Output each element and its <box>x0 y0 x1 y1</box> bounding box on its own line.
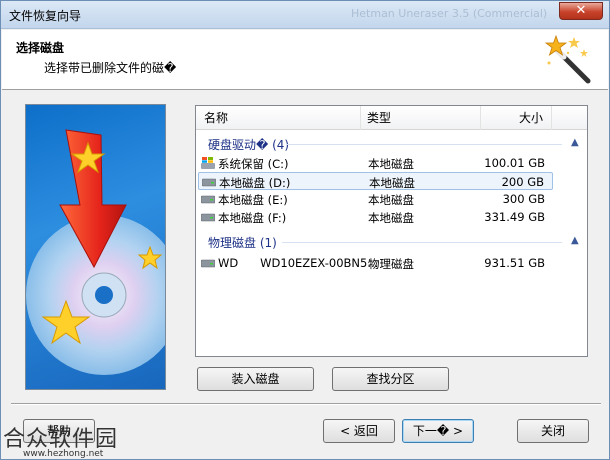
back-button[interactable]: < 返回 <box>323 419 395 443</box>
next-button[interactable]: 下一� > <box>402 419 474 443</box>
title-bar: 文件恢复向导 Hetman Uneraser 3.5 (Commercial) … <box>1 1 609 29</box>
drive-name: WD WD10EZEX-00BN5... <box>218 256 379 270</box>
disk-list[interactable]: 名称 类型 大小 硬盘驱动� (4) ▲ 系统保留 (C:) 本地磁盘 100.… <box>195 105 588 357</box>
watermark-url: www.hezhong.net <box>23 449 104 459</box>
drive-icon <box>201 259 215 268</box>
column-separator <box>551 106 552 130</box>
drive-name: 本地磁盘 (E:) <box>218 193 288 207</box>
window-close-button[interactable]: ✕ <box>559 2 603 20</box>
mount-disk-button[interactable]: 装入磁盘 <box>197 367 314 391</box>
group-divider <box>286 144 562 145</box>
drive-name: 本地磁盘 (D:) <box>219 176 291 190</box>
drive-size: 331.49 GB <box>484 210 545 224</box>
group-header-hard-drives[interactable]: 硬盘驱动� (4) <box>208 136 289 153</box>
page-title: 选择磁盘 <box>16 41 65 55</box>
windows-drive-icon <box>201 157 215 169</box>
group-header-physical-disks[interactable]: 物理磁盘 (1) <box>208 234 277 251</box>
list-header: 名称 类型 大小 <box>196 106 587 130</box>
wizard-window: 文件恢复向导 Hetman Uneraser 3.5 (Commercial) … <box>0 0 610 460</box>
column-size[interactable]: 大小 <box>481 106 551 130</box>
drive-type: 本地磁盘 <box>368 211 414 225</box>
list-item[interactable]: 本地磁盘 (E:) 本地磁盘 300 GB <box>198 190 553 208</box>
find-partition-button[interactable]: 查找分区 <box>332 367 449 391</box>
drive-size: 931.51 GB <box>484 256 545 270</box>
wizard-header: 选择磁盘 选择带已删除文件的磁� <box>2 30 608 90</box>
drive-size: 200 GB <box>501 175 544 189</box>
magic-wand-icon <box>544 35 591 84</box>
drive-type: 本地磁盘 <box>368 193 414 207</box>
page-subtitle: 选择带已删除文件的磁� <box>44 61 177 75</box>
list-item-selected[interactable]: 本地磁盘 (D:) 本地磁盘 200 GB <box>198 172 553 190</box>
list-item[interactable]: 本地磁盘 (F:) 本地磁盘 331.49 GB <box>198 208 553 226</box>
drive-name: 本地磁盘 (F:) <box>218 211 287 225</box>
background-window-title: Hetman Uneraser 3.5 (Commercial) <box>351 7 548 20</box>
drive-size: 100.01 GB <box>484 156 545 170</box>
drive-type: 本地磁盘 <box>368 157 414 171</box>
close-icon: ✕ <box>575 3 587 18</box>
collapse-chevron-icon[interactable]: ▲ <box>571 235 579 246</box>
column-name[interactable]: 名称 <box>196 106 361 130</box>
drive-size: 300 GB <box>502 192 545 206</box>
footer-divider <box>11 403 601 405</box>
group-divider <box>282 242 562 243</box>
collapse-chevron-icon[interactable]: ▲ <box>571 137 579 148</box>
list-item[interactable]: WD WD10EZEX-00BN5... 物理磁盘 931.51 GB <box>198 254 553 272</box>
drive-icon <box>201 213 215 222</box>
drive-type: 本地磁盘 <box>369 176 415 190</box>
disc-arrow-illustration <box>26 129 165 375</box>
wizard-illustration <box>25 104 166 390</box>
close-button[interactable]: 关闭 <box>517 419 589 443</box>
window-title: 文件恢复向导 <box>9 9 82 23</box>
drive-icon <box>201 195 215 204</box>
drive-type: 物理磁盘 <box>368 257 414 271</box>
drive-icon <box>202 178 216 187</box>
list-item[interactable]: 系统保留 (C:) 本地磁盘 100.01 GB <box>198 154 553 172</box>
drive-name: 系统保留 (C:) <box>218 157 289 171</box>
column-type[interactable]: 类型 <box>361 106 481 130</box>
